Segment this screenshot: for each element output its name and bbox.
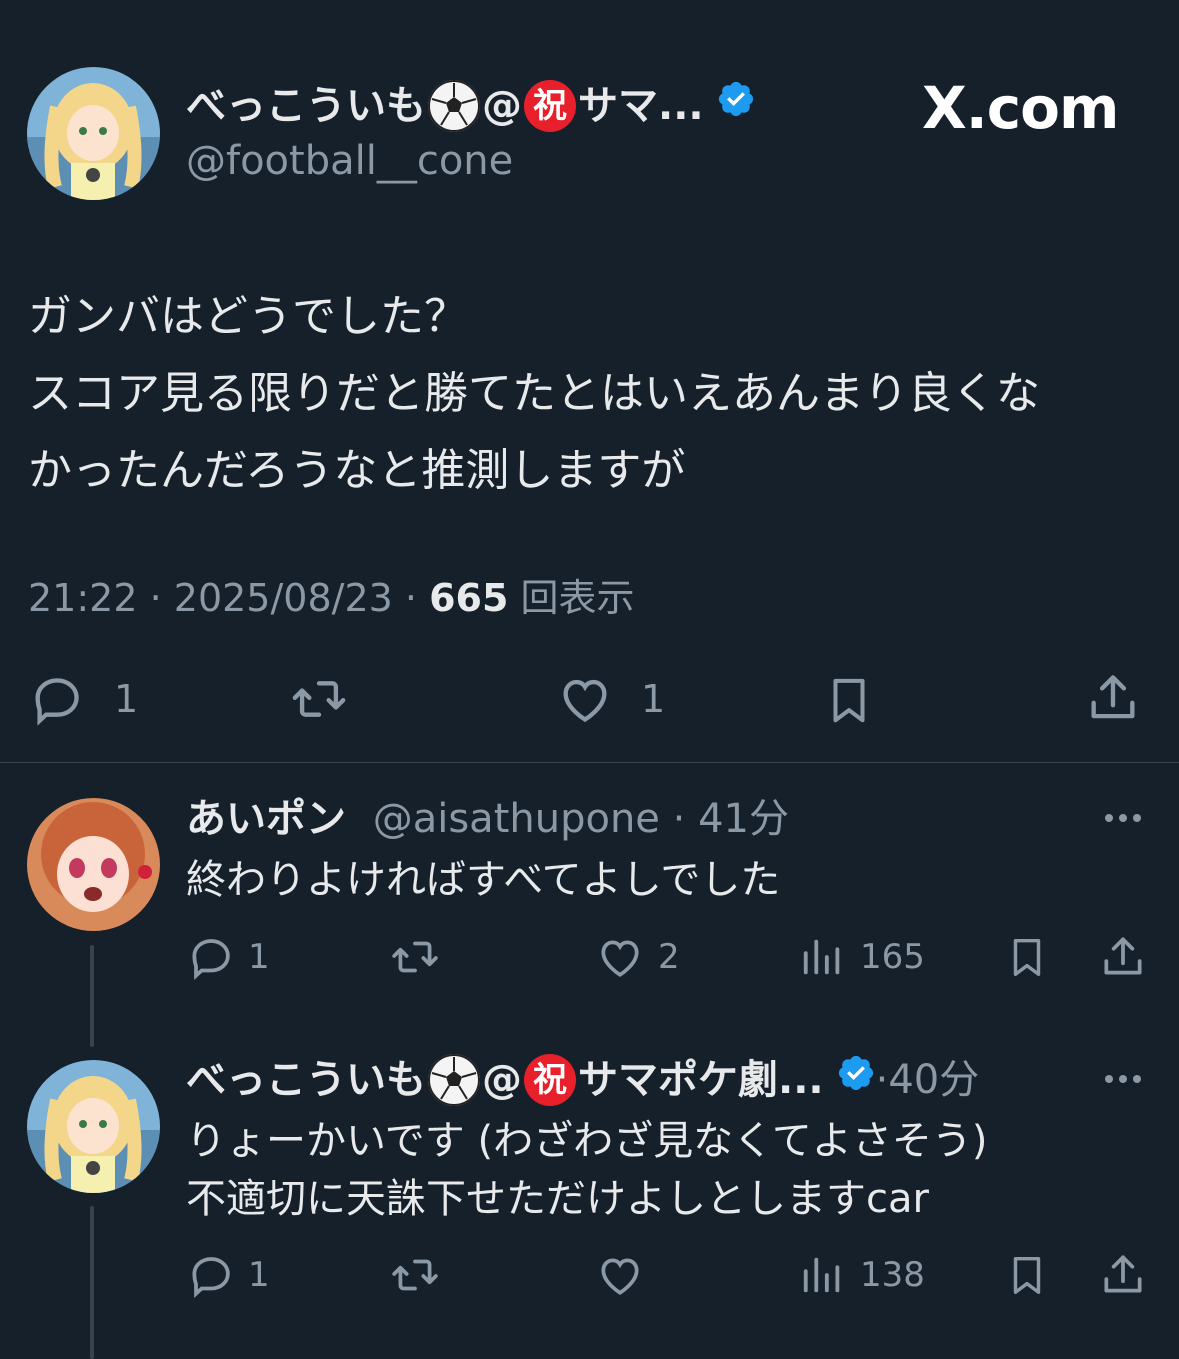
reply-age[interactable]: 41分	[698, 796, 789, 842]
share-button[interactable]	[1084, 668, 1142, 728]
reply-avatar[interactable]	[27, 1060, 160, 1193]
share-icon	[1098, 930, 1148, 984]
reply-text-line: りょーかいです (わざわざ見なくてよさそう)	[186, 1118, 988, 1164]
reply-header: べっこういも @ 祝 サマポケ劇... · 40分	[186, 1052, 979, 1108]
tweet-text-line: スコア見る限りだと勝てたとはいえあんまり良くな	[28, 368, 1040, 419]
reply-display-name[interactable]: あいポン	[186, 796, 346, 842]
reply-count: 1	[248, 1255, 270, 1295]
celebration-icon: 祝	[524, 1054, 576, 1106]
soccer-ball-icon	[428, 80, 480, 132]
tweet-text: ガンバはどうでした？ スコア見る限りだと勝てたとはいえあんまり良くな かったんだ…	[28, 278, 1040, 509]
tweet-time[interactable]: 21:22	[28, 576, 138, 620]
bookmark-icon	[1004, 1248, 1050, 1302]
reply-icon	[28, 670, 86, 728]
like-count: 1	[641, 677, 666, 721]
retweet-icon	[388, 1250, 442, 1300]
celebration-icon: 祝	[524, 80, 576, 132]
more-options-icon[interactable]	[1105, 1075, 1141, 1083]
like-button[interactable]: 1	[555, 670, 665, 728]
view-count: 138	[860, 1255, 925, 1295]
share-button[interactable]	[1098, 930, 1148, 984]
display-name-suffix: サマポケ劇...	[578, 1057, 824, 1103]
reply-text-line: 不適切に天誅下せただけよしとしますcar	[186, 1176, 929, 1222]
retweet-icon	[288, 670, 350, 728]
reply-count: 1	[114, 677, 139, 721]
view-label: 回表示	[520, 576, 635, 620]
tweet-metadata: 21:22 · 2025/08/23 · 665 回表示	[28, 576, 635, 620]
heart-icon	[594, 1250, 646, 1300]
retweet-button[interactable]	[388, 1250, 442, 1300]
views-button[interactable]: 138	[800, 1250, 925, 1300]
reply-icon	[186, 1250, 236, 1300]
tweet-text-line: ガンバはどうでした？	[28, 291, 468, 342]
bookmark-icon	[1004, 930, 1050, 984]
bookmark-button[interactable]	[822, 670, 876, 730]
like-count: 2	[658, 937, 680, 977]
like-button[interactable]	[594, 1250, 658, 1300]
divider	[0, 762, 1179, 763]
avatar[interactable]	[27, 67, 160, 200]
retweet-button[interactable]	[288, 670, 350, 728]
view-count: 665	[429, 576, 509, 620]
x-logo-brand: X.com	[922, 74, 1119, 142]
more-options-icon[interactable]	[1105, 814, 1141, 822]
reply-header: あいポン @aisathupone · 41分	[186, 796, 789, 842]
views-button[interactable]: 165	[800, 932, 925, 982]
like-button[interactable]: 2	[594, 932, 680, 982]
bookmark-button[interactable]	[1004, 1248, 1050, 1302]
heart-icon	[555, 670, 615, 728]
reply-age[interactable]: 40分	[888, 1052, 979, 1108]
reply-text: りょーかいです (わざわざ見なくてよさそう) 不適切に天誅下せただけよしとします…	[186, 1112, 988, 1228]
thread-line	[90, 945, 94, 1047]
reply-button[interactable]: 1	[28, 670, 138, 728]
reply-text: 終わりよければすべてよしでした	[186, 852, 780, 908]
tweet-date[interactable]: 2025/08/23	[174, 576, 393, 620]
tweet-text-line: かったんだろうなと推測しますが	[28, 445, 686, 496]
reply-icon	[186, 932, 236, 982]
reply-text-line: 終わりよければすべてよしでした	[186, 857, 781, 903]
analytics-icon	[800, 932, 846, 982]
thread-line	[90, 1206, 94, 1359]
verified-badge-icon	[716, 78, 756, 134]
display-name-row[interactable]: べっこういも @ 祝 サマ...	[186, 78, 756, 134]
reply-avatar[interactable]	[27, 798, 160, 931]
reply-handle[interactable]: @aisathupone	[373, 796, 660, 842]
share-icon	[1098, 1248, 1148, 1302]
retweet-button[interactable]	[388, 932, 442, 982]
reply-button[interactable]: 1	[186, 1250, 270, 1300]
display-name: べっこういも	[186, 83, 426, 129]
analytics-icon	[800, 1250, 846, 1300]
soccer-ball-icon	[428, 1054, 480, 1106]
bookmark-icon	[822, 670, 876, 730]
share-button[interactable]	[1098, 1248, 1148, 1302]
reply-display-name[interactable]: べっこういも	[186, 1052, 426, 1108]
at-sign: @	[482, 1057, 522, 1103]
reply-count: 1	[248, 937, 270, 977]
heart-icon	[594, 932, 646, 982]
retweet-icon	[388, 932, 442, 982]
bookmark-button[interactable]	[1004, 930, 1050, 984]
view-count: 165	[860, 937, 925, 977]
share-icon	[1084, 668, 1142, 728]
at-sign: @	[482, 83, 522, 129]
verified-badge-icon	[836, 1052, 876, 1108]
display-name-suffix: サマ...	[578, 83, 704, 129]
reply-button[interactable]: 1	[186, 932, 270, 982]
handle[interactable]: @football__cone	[186, 136, 513, 186]
